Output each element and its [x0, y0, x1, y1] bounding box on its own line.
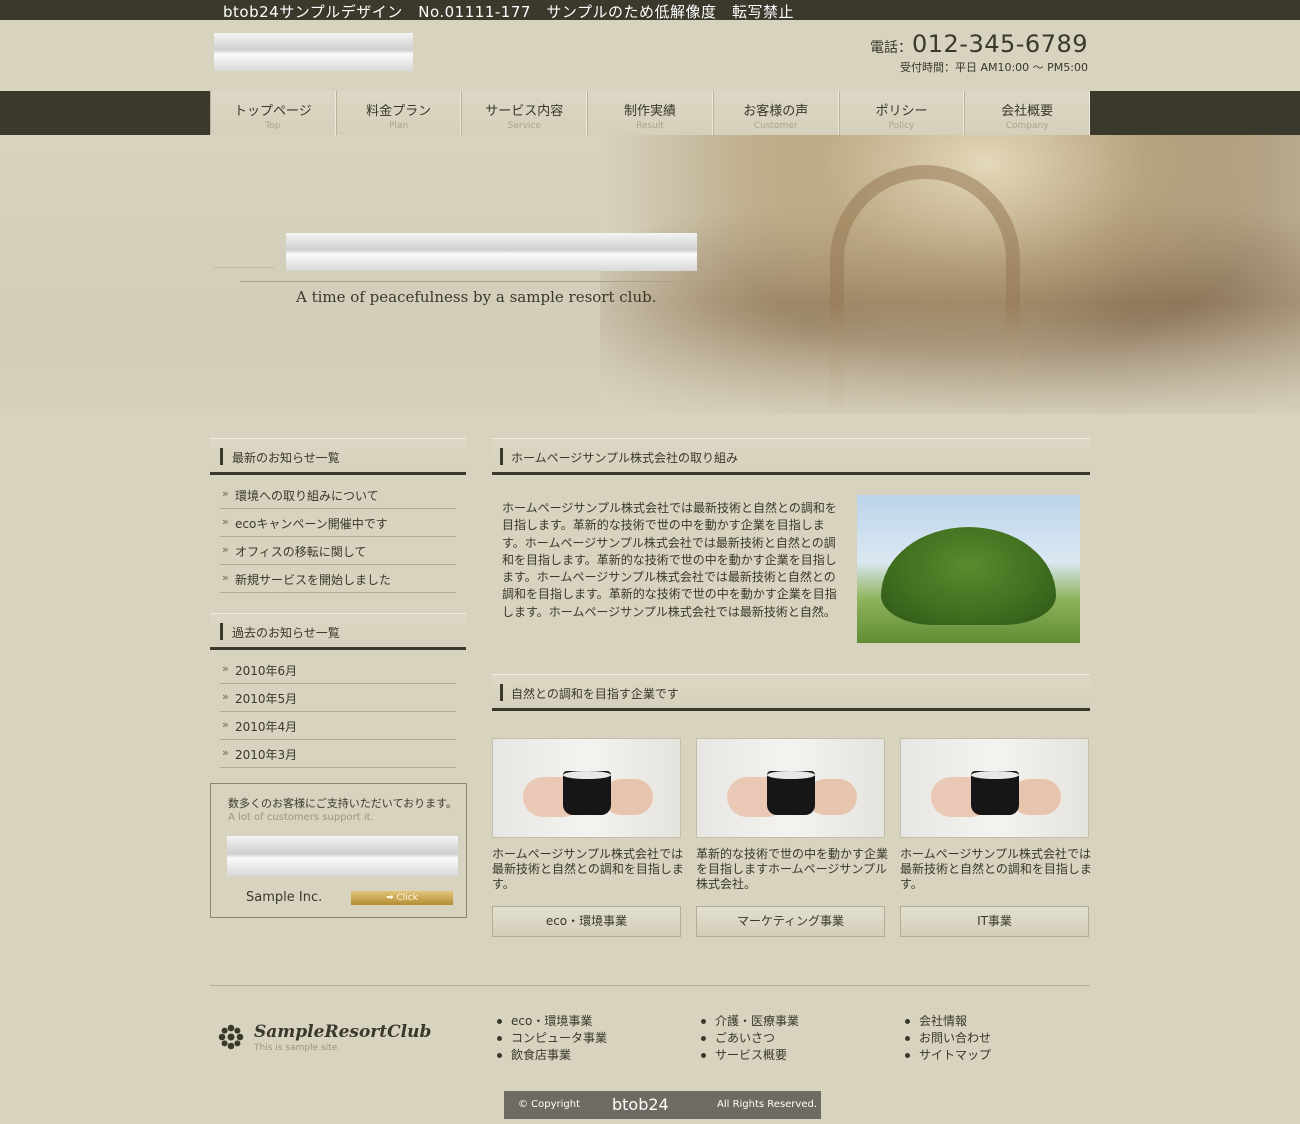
hero-fade-overlay	[0, 135, 1300, 414]
card-image-coffee	[900, 738, 1089, 838]
coffee-mug	[971, 771, 1019, 815]
footer-links-service: 介護・医療事業 ごあいさつ サービス概要	[699, 1013, 799, 1064]
footer-link[interactable]: ごあいさつ	[699, 1030, 799, 1047]
coffee-mug	[563, 771, 611, 815]
section-heading-label: 自然との調和を目指す企業です	[511, 687, 679, 701]
it-business-button[interactable]: IT事業	[900, 906, 1089, 937]
footer-divider	[210, 985, 1090, 986]
support-image-placeholder	[227, 836, 458, 876]
section-heading-label: ホームページサンプル株式会社の取り組み	[511, 451, 739, 465]
footer-links-business: eco・環境事業 コンピュータ事業 飲食店事業	[495, 1013, 607, 1064]
news-item[interactable]: ecoキャンペーン開催中です	[220, 509, 456, 537]
copyright-bar: © Copyright btob24 All Rights Reserved.	[504, 1091, 821, 1119]
support-banner[interactable]: 数多くのお客様にご支持いただいております。 A lot of customers…	[210, 783, 467, 918]
archive-item[interactable]: 2010年6月	[220, 656, 456, 684]
hero-divider-short	[214, 267, 274, 268]
nav-label: トップページ	[233, 104, 312, 119]
nav-sublabel: Top	[265, 121, 281, 131]
support-company: Sample Inc.	[246, 890, 323, 905]
news-item[interactable]: オフィスの移転に関して	[220, 537, 456, 565]
top-banner: btob24サンプルデザイン No.01111-177 サンプルのため低解像度 …	[0, 0, 1300, 21]
global-nav: トップページ Top 料金プラン Plan サービス内容 Service 制作実…	[0, 91, 1300, 135]
nav-label: サービス内容	[485, 104, 564, 119]
nav-item-customer[interactable]: お客様の声 Customer	[712, 91, 839, 135]
archive-heading-label: 過去のお知らせ一覧	[232, 626, 340, 640]
support-click-button[interactable]: ➡ Click	[351, 891, 453, 905]
nav-item-top[interactable]: トップページ Top	[210, 91, 336, 135]
nav-item-plan[interactable]: 料金プラン Plan	[335, 91, 462, 135]
nav-label: 会社概要	[1001, 104, 1054, 119]
section-heading-initiatives: ホームページサンプル株式会社の取り組み	[492, 438, 1090, 475]
phone-label: 電話：	[869, 40, 912, 56]
rights-text: All Rights Reserved.	[717, 1099, 818, 1110]
archive-heading: 過去のお知らせ一覧	[210, 613, 466, 650]
footer-brand: SampleResortClub	[254, 1022, 432, 1042]
nav-sublabel: Policy	[888, 121, 915, 131]
card-text: 革新的な技術で世の中を動かす企業を目指しますホームページサンプル株式会社。	[696, 847, 889, 891]
news-list: 環境への取り組みについて ecoキャンペーン開催中です オフィスの移転に関して …	[220, 481, 456, 593]
archive-list: 2010年6月 2010年5月 2010年4月 2010年3月	[220, 656, 456, 768]
nav-sublabel: Result	[636, 121, 664, 131]
card-image-coffee	[696, 738, 885, 838]
section-heading-harmony: 自然との調和を目指す企業です	[492, 674, 1090, 711]
hero-divider	[240, 281, 700, 282]
copyright-text: © Copyright	[518, 1099, 581, 1110]
news-item[interactable]: 環境への取り組みについて	[220, 481, 456, 509]
card-image-coffee	[492, 738, 681, 838]
news-heading: 最新のお知らせ一覧	[210, 438, 466, 475]
eco-business-button[interactable]: eco・環境事業	[492, 906, 681, 937]
nav-label: ポリシー	[875, 104, 928, 119]
tree-photo	[857, 495, 1080, 643]
archive-item[interactable]: 2010年4月	[220, 712, 456, 740]
support-title: 数多くのお客様にご支持いただいております。	[228, 797, 458, 810]
nav-label: 制作実績	[624, 104, 677, 119]
nav-label: お客様の声	[743, 104, 809, 119]
footer-link[interactable]: eco・環境事業	[495, 1013, 607, 1030]
intro-paragraph: ホームページサンプル株式会社では最新技術と自然との調和を目指します。革新的な技術…	[502, 501, 837, 619]
copyright-brand: btob24	[612, 1095, 669, 1114]
footer-link[interactable]: 会社情報	[903, 1013, 991, 1030]
nav-item-service[interactable]: サービス内容 Service	[461, 91, 588, 135]
card-text: ホームページサンプル株式会社では最新技術と自然との調和を目指します。	[900, 847, 1092, 891]
nav-sublabel: Service	[507, 121, 541, 131]
nav-label: 料金プラン	[366, 104, 432, 119]
nav-item-company[interactable]: 会社概要 Company	[964, 91, 1091, 135]
coffee-mug	[767, 771, 815, 815]
archive-item[interactable]: 2010年5月	[220, 684, 456, 712]
contact-info: 電話：012-345-6789 受付時間：平日 AM10:00 〜 PM5:00	[870, 30, 1088, 75]
footer-brand-sub: This is sample site.	[254, 1043, 341, 1053]
nav-sublabel: Plan	[389, 121, 409, 131]
tree-crown	[881, 527, 1056, 625]
nav-sublabel: Company	[1005, 121, 1049, 131]
nav-sublabel: Customer	[753, 121, 798, 131]
footer-link[interactable]: サイトマップ	[903, 1047, 991, 1064]
marketing-business-button[interactable]: マーケティング事業	[696, 906, 885, 937]
footer-link[interactable]: お問い合わせ	[903, 1030, 991, 1047]
news-heading-label: 最新のお知らせ一覧	[232, 451, 340, 465]
nav-item-result[interactable]: 制作実績 Result	[587, 91, 713, 135]
hero-title-placeholder	[286, 233, 697, 271]
nav-item-policy[interactable]: ポリシー Policy	[838, 91, 965, 135]
footer-link[interactable]: サービス概要	[699, 1047, 799, 1064]
footer-link[interactable]: 飲食店事業	[495, 1047, 607, 1064]
news-item[interactable]: 新規サービスを開始しました	[220, 565, 456, 593]
phone-number: 012-345-6789	[911, 30, 1088, 58]
footer-link[interactable]: コンピュータ事業	[495, 1030, 607, 1047]
nav-menu: トップページ Top 料金プラン Plan サービス内容 Service 制作実…	[210, 91, 1091, 135]
hero-tagline: A time of peacefulness by a sample resor…	[296, 288, 657, 306]
support-subtitle: A lot of customers support it.	[228, 812, 374, 823]
hero-banner: A time of peacefulness by a sample resor…	[0, 135, 1300, 414]
banner-text: btob24サンプルデザイン No.01111-177 サンプルのため低解像度 …	[223, 3, 794, 21]
site-logo-placeholder[interactable]	[214, 33, 413, 71]
footer-link[interactable]: 介護・医療事業	[699, 1013, 799, 1030]
footer-links-company: 会社情報 お問い合わせ サイトマップ	[903, 1013, 991, 1064]
flower-icon	[218, 1024, 244, 1050]
business-hours: 受付時間：平日 AM10:00 〜 PM5:00	[899, 61, 1088, 74]
archive-item[interactable]: 2010年3月	[220, 740, 456, 768]
card-text: ホームページサンプル株式会社では最新技術と自然との調和を目指します。	[492, 847, 684, 891]
